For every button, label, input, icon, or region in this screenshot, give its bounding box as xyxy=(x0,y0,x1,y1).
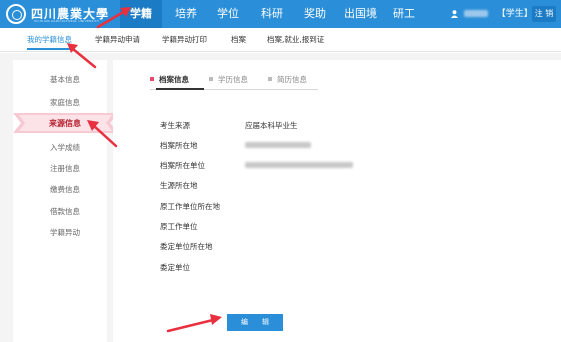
username-redacted xyxy=(463,10,488,17)
tab-dot-icon xyxy=(150,77,154,81)
tab-dot-icon xyxy=(209,77,213,81)
annotation-arrow-top-nav xyxy=(96,7,131,29)
top-navigation-bar: 四川農業大學 SICHUAN AGRICULTURAL UNIVERSITY 学… xyxy=(0,0,561,28)
field-label-assigned-unit: 委定单位 xyxy=(160,263,190,272)
tab-label: 简历信息 xyxy=(277,75,307,84)
nav-tab-jiangzhu[interactable]: 奖助 xyxy=(304,0,326,28)
logout-button[interactable]: 注 销 xyxy=(532,6,556,22)
tab-education-info[interactable]: 学历信息 xyxy=(209,74,248,85)
tab-archive-info[interactable]: 档案信息 xyxy=(150,74,189,85)
sidebar-item-registration-info[interactable]: 注册信息 xyxy=(50,163,80,174)
university-logo[interactable]: 四川農業大學 SICHUAN AGRICULTURAL UNIVERSITY xyxy=(6,3,109,25)
tab-label: 学历信息 xyxy=(218,75,248,84)
nav-tab-yangong[interactable]: 研工 xyxy=(393,0,415,28)
nav-tab-label: 培养 xyxy=(175,7,197,20)
sidebar-item-payment-info[interactable]: 缴费信息 xyxy=(50,184,80,195)
nav-tab-peiyang[interactable]: 培养 xyxy=(175,0,197,28)
tab-dot-icon xyxy=(268,77,272,81)
nav-tab-label: 奖助 xyxy=(304,7,326,20)
annotation-arrow-edit xyxy=(166,314,222,333)
university-name-en: SICHUAN AGRICULTURAL UNIVERSITY xyxy=(34,19,100,23)
field-label-assigned-unit-location: 委定单位所在地 xyxy=(160,242,213,251)
user-role: 【学生】 xyxy=(496,9,533,19)
annotation-arrow-sidebar xyxy=(87,120,118,148)
user-info[interactable]: 【学生】 xyxy=(450,0,533,28)
tab-resume-info[interactable]: 简历信息 xyxy=(268,74,307,85)
subnav-archive-employment-certificate[interactable]: 档案,就业,报到证 xyxy=(267,34,324,45)
sidebar-item-status-change[interactable]: 学籍异动 xyxy=(50,227,80,238)
sidebar-item-basic-info[interactable]: 基本信息 xyxy=(50,74,80,85)
field-label-candidate-source: 考生来源 xyxy=(160,121,190,130)
tab-label: 档案信息 xyxy=(159,75,189,84)
field-value-archive-unit-redacted xyxy=(245,162,353,168)
field-label-archive-unit: 档案所在单位 xyxy=(160,161,205,170)
nav-tab-label: 出国境 xyxy=(344,7,377,20)
subnav-status-change-print[interactable]: 学籍异动打印 xyxy=(162,34,207,45)
field-value-candidate-source: 应届本科毕业生 xyxy=(245,121,298,130)
sidebar-item-loan-info[interactable]: 借款信息 xyxy=(50,206,80,217)
field-label-former-employer: 原工作单位 xyxy=(160,222,198,231)
sidebar-item-entrance-scores[interactable]: 入学成绩 xyxy=(50,142,80,153)
subnav-status-change-application[interactable]: 学籍异动申请 xyxy=(95,34,140,45)
field-label-origin-location: 生源所在地 xyxy=(160,181,198,190)
nav-tab-keyan[interactable]: 科研 xyxy=(261,0,283,28)
university-seal-icon xyxy=(6,4,26,24)
sidebar-item-label: 来源信息 xyxy=(49,119,81,128)
sidebar-item-family-info[interactable]: 家庭信息 xyxy=(50,97,80,108)
subnav-archive[interactable]: 档案 xyxy=(231,34,246,45)
field-label-former-employer-location: 原工作单位所在地 xyxy=(160,202,220,211)
field-label-archive-location: 档案所在地 xyxy=(160,141,198,150)
nav-tab-label: 研工 xyxy=(393,7,415,20)
tab-active-indicator xyxy=(156,88,204,90)
field-value-archive-location-redacted xyxy=(245,142,311,148)
nav-tab-label: 科研 xyxy=(261,7,283,20)
annotation-arrow-subnav xyxy=(67,43,97,69)
edit-button[interactable]: 编 辑 xyxy=(227,314,283,331)
user-icon xyxy=(450,9,459,18)
nav-tab-label: 学位 xyxy=(217,7,239,20)
nav-tab-chuguojing[interactable]: 出国境 xyxy=(344,0,377,28)
nav-tab-xuewei[interactable]: 学位 xyxy=(217,0,239,28)
